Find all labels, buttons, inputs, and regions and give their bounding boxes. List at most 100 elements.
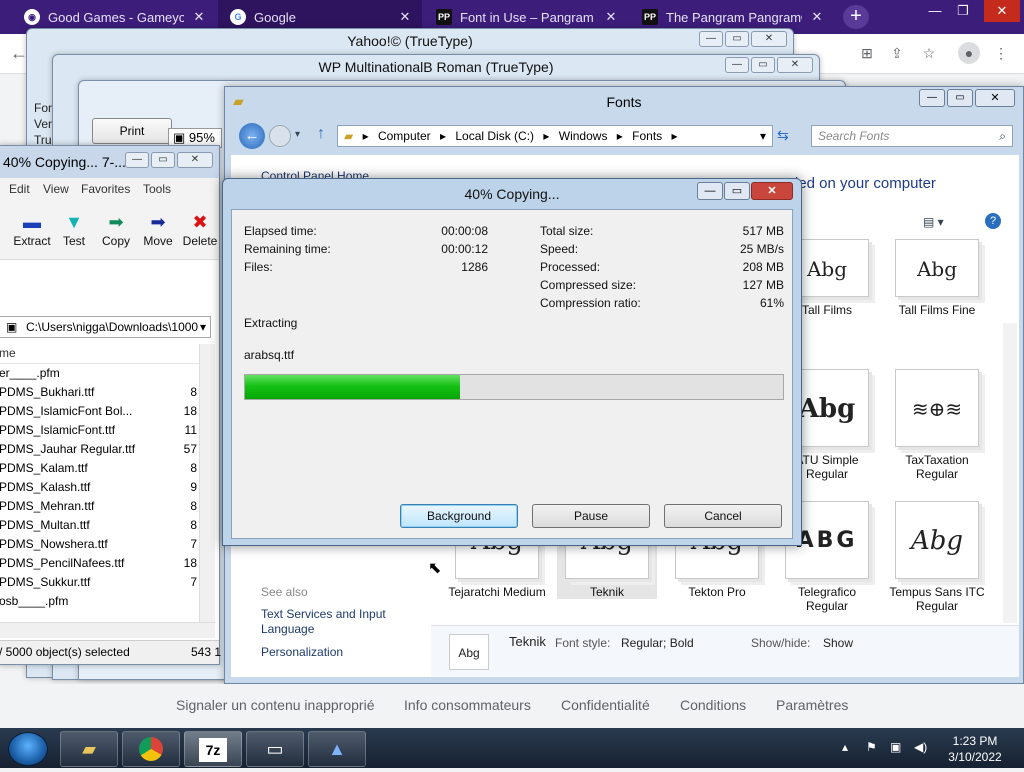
breadcrumb-fonts[interactable]: Fonts bbox=[632, 129, 662, 143]
background-button[interactable]: Background bbox=[400, 504, 518, 528]
volume-icon[interactable]: ◀) bbox=[914, 740, 927, 754]
flag-icon[interactable]: ⚑ bbox=[866, 740, 877, 754]
breadcrumb-computer[interactable]: Computer bbox=[378, 129, 431, 143]
print-button[interactable]: Print bbox=[92, 118, 172, 144]
7zip-file-list[interactable]: me er____.pfm PDMS_Bukhari.ttf 8 PDMS_Isl… bbox=[0, 344, 215, 622]
7zip-path-field[interactable]: ▣ C:\Users\nigga\Downloads\1000 ▾ bbox=[0, 316, 211, 338]
font-tile-tempus-sans[interactable]: Abg Tempus Sans ITC Regular bbox=[887, 501, 987, 613]
address-bar[interactable]: ▰ ▸ Computer ▸ Local Disk (C:) ▸ Windows… bbox=[337, 125, 773, 147]
close-icon[interactable]: ✕ bbox=[810, 9, 824, 25]
menu-tools[interactable]: Tools bbox=[143, 182, 171, 196]
footer-link-privacy[interactable]: Confidentialité bbox=[561, 697, 650, 713]
minimize-icon[interactable]: — bbox=[725, 57, 749, 73]
copying-dialog[interactable]: 40% Copying... — ▭ ✕ Elapsed time: 00:00… bbox=[222, 178, 802, 546]
profile-icon[interactable]: ● bbox=[958, 42, 980, 64]
refresh-icon[interactable]: ⇆ bbox=[777, 127, 789, 144]
clock[interactable]: 1:23 PM 3/10/2022 bbox=[940, 733, 1010, 765]
bookmark-star-icon[interactable]: ☆ bbox=[918, 42, 940, 64]
pause-button[interactable]: Pause bbox=[532, 504, 650, 528]
network-icon[interactable]: ▣ bbox=[890, 740, 901, 754]
menu-dots-icon[interactable]: ⋮ bbox=[990, 42, 1012, 64]
minimize-icon[interactable]: — bbox=[699, 31, 723, 47]
search-icon[interactable]: ⌕ bbox=[999, 126, 1006, 146]
font-tile-tall-films-fine[interactable]: Abg Tall Films Fine bbox=[887, 239, 987, 317]
chrome-icon[interactable] bbox=[122, 731, 180, 767]
show-hidden-icons-icon[interactable]: ▴ bbox=[842, 740, 848, 754]
search-input[interactable]: Search Fonts ⌕ bbox=[811, 125, 1013, 147]
vertical-scrollbar[interactable] bbox=[199, 344, 215, 626]
list-item[interactable]: PDMS_Sukkur.ttf 7 bbox=[0, 573, 215, 592]
column-header-name[interactable]: me bbox=[0, 344, 215, 364]
chevron-down-icon[interactable]: ▾ bbox=[200, 317, 206, 337]
footer-link-settings[interactable]: Paramètres bbox=[776, 697, 848, 713]
folder-icon[interactable]: ▰ bbox=[60, 731, 118, 767]
footer-link-terms[interactable]: Conditions bbox=[680, 697, 746, 713]
list-item[interactable]: PDMS_PencilNafees.ttf 18 bbox=[0, 554, 215, 573]
list-item[interactable]: er____.pfm bbox=[0, 364, 215, 383]
7zip-window[interactable]: 40% Copying... 7-... — ▭ ✕ Edit View Favor… bbox=[0, 145, 223, 665]
close-icon[interactable]: ✕ bbox=[604, 9, 618, 25]
chevron-down-icon[interactable]: ▾ bbox=[760, 126, 766, 146]
vertical-scrollbar[interactable] bbox=[1003, 323, 1017, 623]
minimize-icon[interactable]: — bbox=[920, 0, 950, 22]
folder-icon: ▰ bbox=[233, 93, 244, 109]
maximize-icon[interactable]: ▭ bbox=[724, 182, 750, 200]
close-icon[interactable]: ✕ bbox=[777, 57, 813, 73]
extract-button[interactable]: ▬ Extract bbox=[9, 210, 55, 248]
close-icon[interactable]: ✕ bbox=[192, 9, 206, 25]
cancel-button[interactable]: Cancel bbox=[664, 504, 782, 528]
new-tab-button[interactable]: + bbox=[843, 5, 869, 29]
list-item[interactable]: PDMS_Bukhari.ttf 8 bbox=[0, 383, 215, 402]
start-button[interactable] bbox=[8, 732, 48, 766]
list-item[interactable]: PDMS_Kalash.ttf 9 bbox=[0, 478, 215, 497]
menu-edit[interactable]: Edit bbox=[9, 182, 30, 196]
font-app-icon[interactable]: ▲ bbox=[308, 731, 366, 767]
minimize-icon[interactable]: — bbox=[697, 182, 723, 200]
list-item[interactable]: PDMS_Nowshera.ttf 7 bbox=[0, 535, 215, 554]
text-services-link[interactable]: Text Services and Input Language bbox=[261, 607, 411, 637]
breadcrumb-windows[interactable]: Windows bbox=[559, 129, 608, 143]
breadcrumb-local-disk[interactable]: Local Disk (C:) bbox=[455, 129, 534, 143]
history-dropdown-icon[interactable]: ▾ bbox=[295, 129, 300, 140]
menu-view[interactable]: View bbox=[43, 182, 69, 196]
copy-button[interactable]: ➡ Copy bbox=[93, 210, 139, 248]
maximize-icon[interactable]: ▭ bbox=[751, 57, 775, 73]
list-item[interactable]: osb____.pfm bbox=[0, 592, 215, 611]
minimize-icon[interactable]: — bbox=[919, 89, 945, 107]
maximize-icon[interactable]: ▭ bbox=[947, 89, 973, 107]
back-arrow-icon[interactable]: ← bbox=[239, 123, 265, 149]
menu-favorites[interactable]: Favorites bbox=[81, 182, 130, 196]
personalization-link[interactable]: Personalization bbox=[261, 645, 343, 659]
horizontal-scrollbar[interactable] bbox=[0, 622, 215, 638]
close-icon[interactable]: ✕ bbox=[751, 182, 793, 200]
monitor-icon[interactable]: ▭ bbox=[246, 731, 304, 767]
list-item[interactable]: PDMS_IslamicFont Bol... 18 bbox=[0, 402, 215, 421]
restore-icon[interactable]: ❐ bbox=[948, 0, 978, 22]
up-arrow-icon[interactable]: ↑ bbox=[317, 125, 325, 143]
close-icon[interactable]: ✕ bbox=[177, 152, 213, 168]
maximize-icon[interactable]: ▭ bbox=[725, 31, 749, 47]
close-icon[interactable]: ✕ bbox=[398, 9, 412, 25]
list-item[interactable]: PDMS_Multan.ttf 8 bbox=[0, 516, 215, 535]
close-window-icon[interactable]: ✕ bbox=[984, 0, 1020, 22]
close-icon[interactable]: ✕ bbox=[975, 89, 1015, 107]
share-icon[interactable]: ⇪ bbox=[886, 42, 908, 64]
maximize-icon[interactable]: ▭ bbox=[151, 152, 175, 168]
7zip-icon[interactable]: 7z bbox=[184, 731, 242, 767]
list-item[interactable]: PDMS_Mehran.ttf 8 bbox=[0, 497, 215, 516]
delete-button[interactable]: ✖ Delete bbox=[177, 210, 223, 248]
view-options-icon[interactable]: ▤ ▾ bbox=[923, 215, 944, 229]
move-button[interactable]: ➡ Move bbox=[135, 210, 181, 248]
help-icon[interactable]: ? bbox=[985, 213, 1001, 229]
test-button[interactable]: ▼ Test bbox=[51, 210, 97, 248]
close-icon[interactable]: ✕ bbox=[751, 31, 787, 47]
translate-icon[interactable]: ⊞ bbox=[856, 42, 878, 64]
forward-arrow-icon[interactable] bbox=[269, 125, 291, 147]
list-item[interactable]: PDMS_IslamicFont.ttf 11 bbox=[0, 421, 215, 440]
footer-link-consumer-info[interactable]: Info consommateurs bbox=[404, 697, 531, 713]
list-item[interactable]: PDMS_Kalam.ttf 8 bbox=[0, 459, 215, 478]
footer-link-report[interactable]: Signaler un contenu inapproprié bbox=[176, 697, 374, 713]
font-tile-taxtaxation[interactable]: ≋⊕≋ TaxTaxation Regular bbox=[887, 369, 987, 481]
minimize-icon[interactable]: — bbox=[125, 152, 149, 168]
list-item[interactable]: PDMS_Jauhar Regular.ttf 57 bbox=[0, 440, 215, 459]
